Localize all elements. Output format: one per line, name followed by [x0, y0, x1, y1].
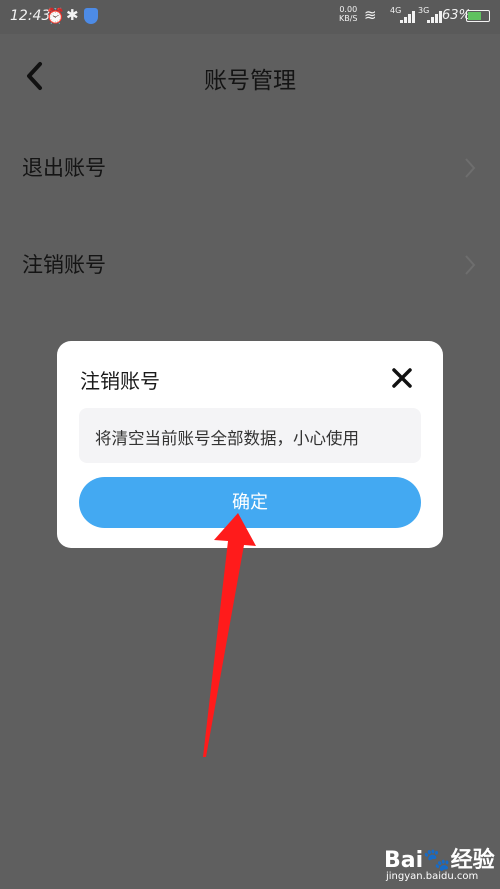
- watermark-url: jingyan.baidu.com: [386, 871, 479, 882]
- paw-icon: 🐾: [423, 848, 451, 873]
- watermark-brand-suffix: 经验: [450, 848, 495, 873]
- baidu-watermark: Bai🐾经验 jingyan.baidu.com: [378, 840, 496, 886]
- red-arrow-shape: [203, 513, 256, 757]
- annotation-arrow: [203, 513, 256, 757]
- watermark-brand: Bai🐾经验: [384, 842, 495, 874]
- watermark-brand-prefix: Bai: [384, 848, 424, 873]
